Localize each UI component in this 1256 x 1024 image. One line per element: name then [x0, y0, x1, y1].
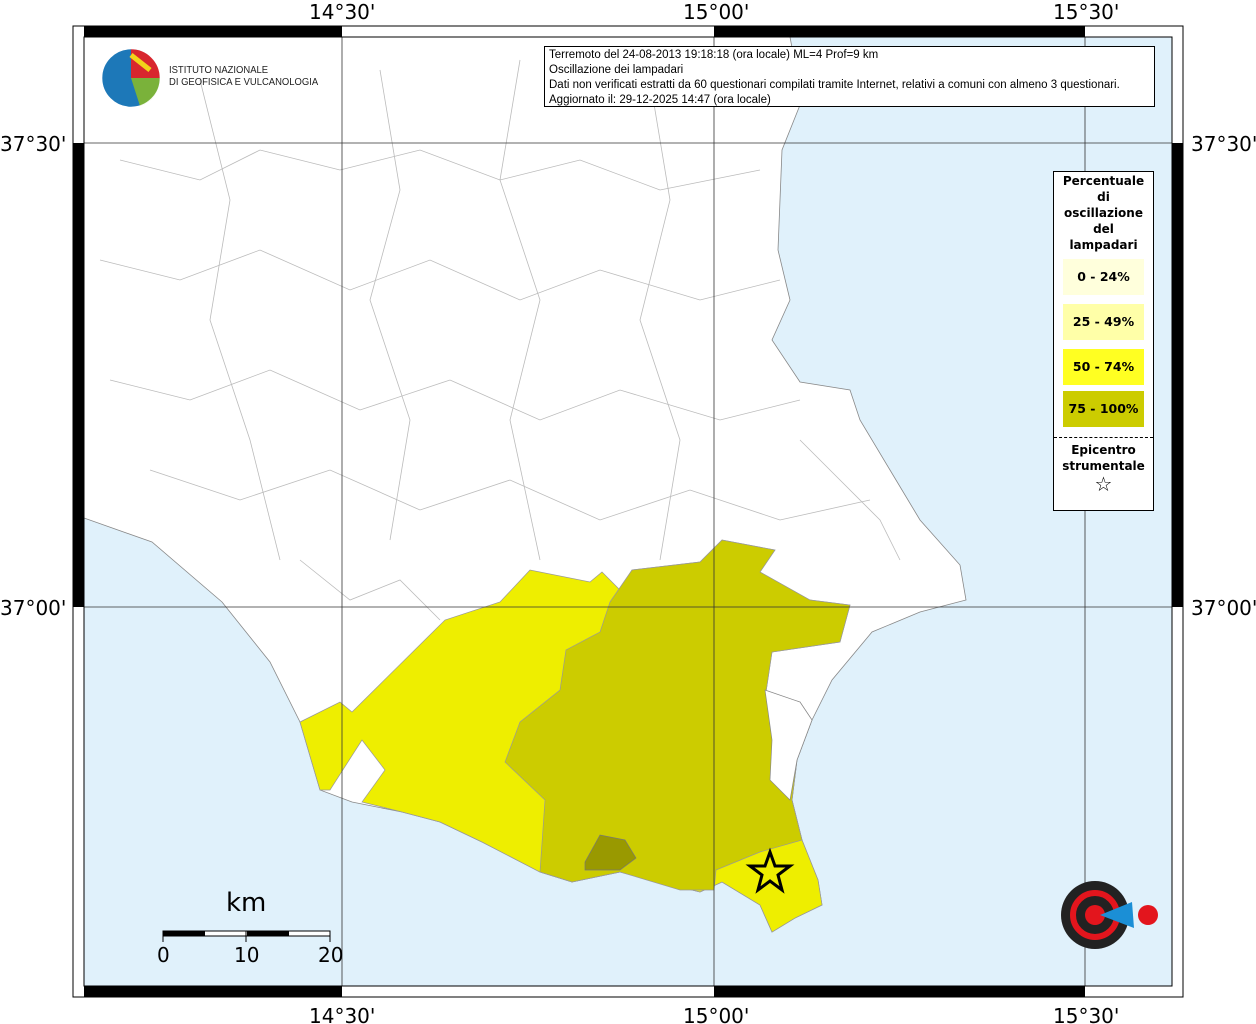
legend-title-line: di	[1097, 190, 1110, 204]
legend-title-line: Percentuale	[1062, 174, 1145, 188]
legend-label: 75 - 100%	[1068, 401, 1139, 416]
legend-item: 0 - 24%	[1063, 259, 1144, 295]
lon-label: 15°00'	[683, 0, 750, 24]
scale-tick: 0	[157, 943, 170, 967]
data-note: Dati non verificati estratti da 60 quest…	[549, 79, 1120, 91]
epicenter-legend: Epicentro strumentale ☆	[1054, 442, 1153, 496]
legend-label: 25 - 49%	[1072, 314, 1135, 329]
legend-item: 25 - 49%	[1063, 304, 1144, 340]
legend-divider	[1054, 437, 1153, 438]
event-line: Terremoto del 24-08-2013 19:18:18 (ora l…	[549, 49, 879, 61]
legend-label: 50 - 74%	[1072, 359, 1135, 374]
ingv-logo-icon	[101, 48, 161, 108]
legend-item: 75 - 100%	[1063, 391, 1144, 427]
legend-item: 50 - 74%	[1063, 349, 1144, 385]
lat-label: 37°00'	[1191, 596, 1256, 620]
updated-line: Aggiornato il: 29-12-2025 14:47 (ora loc…	[549, 94, 771, 106]
epicenter-title-line: Epicentro	[1071, 443, 1136, 457]
legend-title-line: oscillazione	[1064, 206, 1143, 220]
lat-label: 37°30'	[0, 132, 67, 156]
legend-title: Percentuale di oscillazione del lampadar…	[1054, 172, 1153, 253]
lon-label: 14°30'	[309, 1004, 376, 1024]
lon-label: 15°00'	[683, 1004, 750, 1024]
scale-tick: 10	[234, 943, 260, 967]
map-subject: Oscillazione dei lampadari	[549, 64, 684, 76]
scale-tick: 20	[318, 943, 344, 967]
lon-label: 15°30'	[1053, 0, 1120, 24]
lon-label: 15°30'	[1053, 1004, 1120, 1024]
event-info-box: Terremoto del 24-08-2013 19:18:18 (ora l…	[544, 46, 1155, 107]
legend-title-line: lampadari	[1069, 238, 1138, 252]
logo-line2: DI GEOFISICA E VULCANOLOGIA	[169, 76, 319, 88]
map-canvas	[72, 25, 1184, 998]
ingv-logo-text: ISTITUTO NAZIONALE DI GEOFISICA E VULCAN…	[169, 64, 318, 88]
lat-label: 37°00'	[0, 596, 67, 620]
logo-line1: ISTITUTO NAZIONALE	[169, 64, 269, 76]
legend-label: 0 - 24%	[1077, 269, 1130, 284]
legend-title-line: del	[1093, 222, 1114, 236]
intensity-map: ISTITUTO NAZIONALE DI GEOFISICA E VULCAN…	[0, 0, 1256, 1024]
lat-label: 37°30'	[1191, 132, 1256, 156]
legend: Percentuale di oscillazione del lampadar…	[1053, 171, 1154, 511]
star-icon: ☆	[1094, 472, 1113, 496]
scale-unit: km	[226, 888, 267, 918]
lon-label: 14°30'	[309, 0, 376, 24]
